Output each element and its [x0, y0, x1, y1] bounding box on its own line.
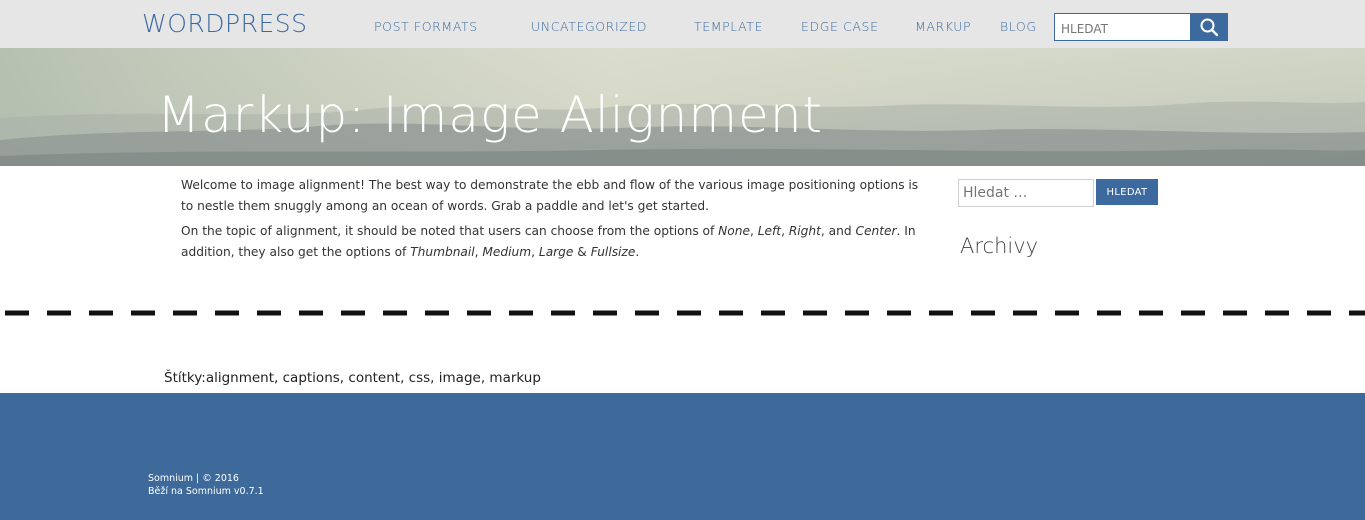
footer-powered-by: Běží na Somnium v0.7.1 — [148, 486, 264, 497]
sidebar-search-button[interactable]: HLEDAT — [1096, 179, 1158, 205]
archive-heading: Archivy — [960, 234, 1039, 258]
option-left: Left — [757, 224, 782, 238]
paragraph-text: & — [577, 245, 587, 259]
option-large: Large — [538, 245, 574, 259]
article-paragraph: Welcome to image alignment! The best way… — [181, 178, 919, 213]
nav-template[interactable]: TEMPLATE — [694, 19, 763, 34]
site-logo-link[interactable]: WORDPRESS — [142, 9, 308, 38]
paragraph-text: On the topic of alignment, it should be … — [181, 224, 719, 238]
article-paragraph: On the topic of alignment, it should be … — [181, 224, 916, 259]
header-search-button[interactable] — [1190, 13, 1228, 41]
nav-markup[interactable]: MARKUP — [915, 19, 971, 34]
option-fullsize: Fullsize — [590, 245, 636, 259]
option-thumbnail: Thumbnail — [410, 245, 475, 259]
search-icon — [1200, 18, 1219, 37]
tag-link[interactable]: captions — [283, 370, 340, 386]
post-tags: Štítky:alignment, captions, content, css… — [164, 370, 541, 386]
footer-copyright: Somnium | © 2016 — [148, 473, 239, 484]
tag-link[interactable]: css — [409, 370, 431, 386]
tags-label: Štítky: — [164, 370, 206, 386]
sidebar-search-input[interactable] — [958, 179, 1094, 207]
hero-banner: Markup: Image Alignment — [0, 48, 1365, 166]
nav-blog[interactable]: BLOG — [1000, 19, 1037, 34]
article-content: Welcome to image alignment! The best way… — [181, 175, 926, 267]
option-medium: Medium — [482, 245, 532, 259]
option-none: None — [718, 224, 750, 238]
paragraph-text: . — [635, 245, 640, 259]
option-center: Center — [855, 224, 897, 238]
nav-uncategorized[interactable]: UNCATEGORIZED — [531, 19, 647, 34]
nav-edge-case[interactable]: EDGE CASE — [801, 19, 879, 34]
tag-link[interactable]: image — [439, 370, 481, 386]
tag-link[interactable]: content — [348, 370, 400, 386]
nav-post-formats[interactable]: POST FORMATS — [374, 19, 478, 34]
top-navigation-bar: WORDPRESS POST FORMATS UNCATEGORIZED TEM… — [0, 0, 1365, 48]
tag-link[interactable]: alignment — [206, 370, 274, 386]
page-title: Markup: Image Alignment — [157, 86, 824, 144]
option-right: Right — [788, 224, 821, 238]
tag-link[interactable]: markup — [489, 370, 541, 386]
paragraph-text: and — [828, 224, 852, 238]
dashed-divider — [5, 310, 1365, 316]
header-search-input[interactable] — [1054, 13, 1191, 41]
site-footer: Somnium | © 2016 Běží na Somnium v0.7.1 — [0, 393, 1365, 520]
